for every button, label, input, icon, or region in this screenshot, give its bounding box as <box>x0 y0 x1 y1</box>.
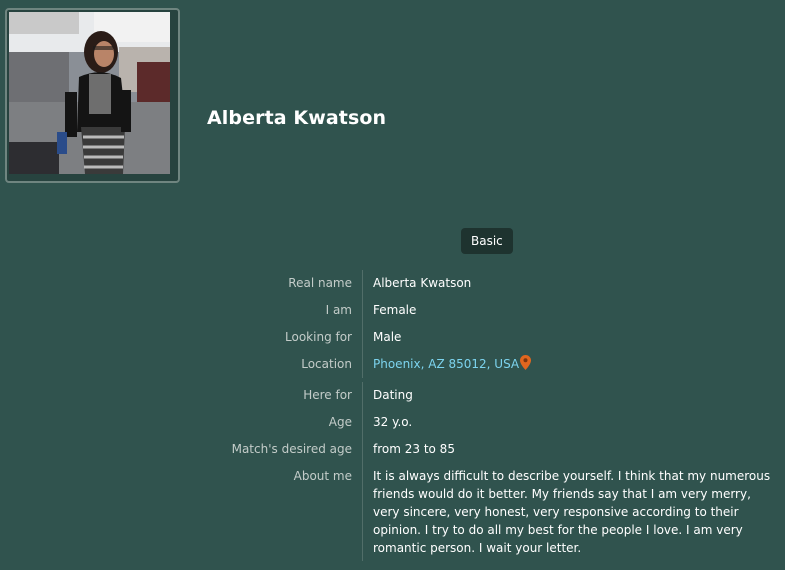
detail-value: Male <box>362 324 785 351</box>
detail-value: Phoenix, AZ 85012, USA <box>362 351 785 378</box>
detail-row-location: Location Phoenix, AZ 85012, USA <box>200 351 785 378</box>
detail-row-age: Age 32 y.o. <box>200 409 785 436</box>
detail-label: I am <box>325 303 352 317</box>
detail-label: Location <box>301 357 352 371</box>
detail-row-real-name: Real name Alberta Kwatson <box>200 270 785 297</box>
detail-row-about-me: About me It is always difficult to descr… <box>200 463 785 561</box>
location-link[interactable]: Phoenix, AZ 85012, USA <box>373 357 519 371</box>
detail-value: Alberta Kwatson <box>362 270 785 297</box>
profile-details-table: Real name Alberta Kwatson I am Female Lo… <box>200 270 785 561</box>
detail-value: Dating <box>362 382 785 409</box>
detail-label: Real name <box>288 276 352 290</box>
profile-photo-frame[interactable] <box>5 8 180 183</box>
detail-row-desired-age: Match's desired age from 23 to 85 <box>200 436 785 463</box>
tab-basic[interactable]: Basic <box>461 228 513 254</box>
detail-label: Here for <box>303 388 352 402</box>
detail-label: Looking for <box>285 330 352 344</box>
detail-value: 32 y.o. <box>362 409 785 436</box>
detail-row-looking-for: Looking for Male <box>200 324 785 351</box>
profile-photo <box>9 12 170 174</box>
detail-value: from 23 to 85 <box>362 436 785 463</box>
about-me-text: It is always difficult to describe yours… <box>362 463 785 561</box>
detail-row-gender: I am Female <box>200 297 785 324</box>
detail-label: About me <box>293 469 352 483</box>
map-pin-icon[interactable] <box>520 355 532 370</box>
profile-name: Alberta Kwatson <box>207 107 387 129</box>
detail-label: Age <box>328 415 352 429</box>
detail-value: Female <box>362 297 785 324</box>
detail-row-here-for: Here for Dating <box>200 382 785 409</box>
detail-label: Match's desired age <box>231 442 352 456</box>
